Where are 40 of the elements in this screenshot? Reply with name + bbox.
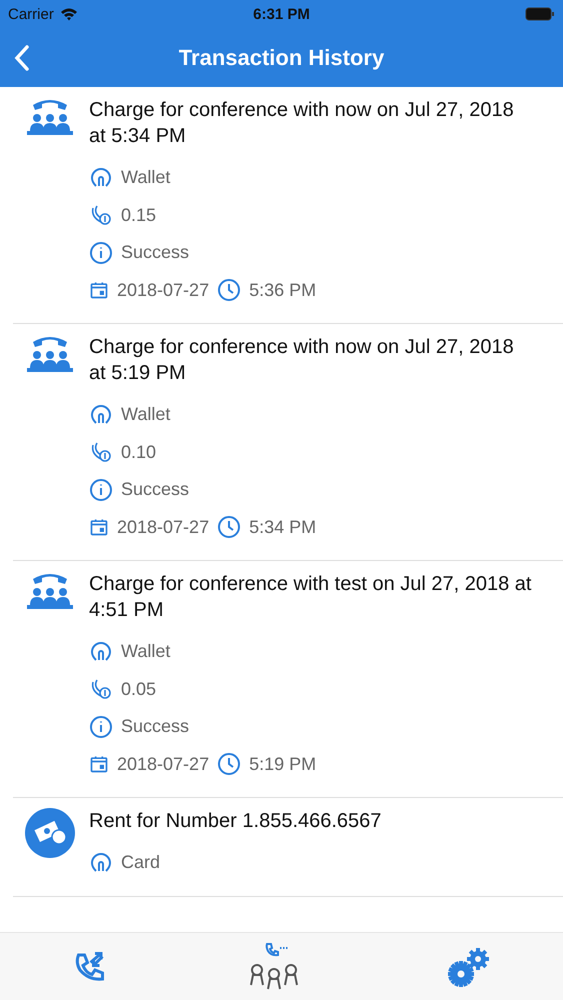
info-icon [89, 240, 113, 265]
amount: 0.10 [121, 442, 156, 463]
clock-icon [217, 515, 242, 540]
call-charge-icon [89, 440, 113, 464]
transaction-status: Success [121, 716, 190, 738]
payment-method: Card [121, 852, 160, 874]
transaction-time: 5:19 PM [249, 754, 316, 775]
info-icon [89, 714, 113, 739]
tab-button[interactable] [448, 946, 492, 986]
transaction-date: 2018-07-27 [117, 754, 210, 775]
transaction-date: 2018-07-27 [117, 280, 210, 301]
transaction-time: 5:36 PM [249, 280, 316, 301]
amount: 0.15 [121, 204, 156, 226]
transaction-title: Charge for conference with now on Jul 27, 2018 at 5:34 PM [89, 98, 515, 149]
carrier-label: Carrier [8, 6, 54, 22]
info-icon [89, 478, 113, 502]
wifi-icon [60, 8, 78, 20]
status-time: 6:31 PM [253, 6, 310, 22]
screen-title: Transaction History [178, 44, 384, 70]
clock-icon [217, 278, 242, 302]
money-icon [25, 808, 75, 858]
transaction-title: Rent for Number 1.855.466.6567 [89, 809, 382, 834]
call-charge-icon [89, 203, 113, 228]
payment-method: Wallet [121, 641, 170, 662]
calendar-icon [89, 280, 109, 300]
calendar-icon [89, 517, 109, 538]
amount: 0.05 [121, 678, 156, 700]
transaction-time: 5:34 PM [249, 516, 316, 538]
battery-icon [525, 7, 555, 21]
calendar-icon [89, 754, 109, 774]
transaction-status: Success [121, 479, 190, 500]
settings-icon [448, 946, 492, 986]
call-charge-icon [89, 677, 113, 702]
transaction-title: Charge for conference with test on Jul 27, 2018 at 4:51 PM [89, 572, 532, 623]
transaction-title: Charge for conference with now on Jul 27, 2018 at 5:19 PM [89, 335, 515, 386]
transaction-status: Success [121, 242, 190, 264]
transaction-date: 2018-07-27 [117, 516, 210, 538]
payment-method: Wallet [121, 167, 170, 188]
payment-method: Wallet [121, 404, 170, 426]
clock-icon [217, 752, 242, 776]
